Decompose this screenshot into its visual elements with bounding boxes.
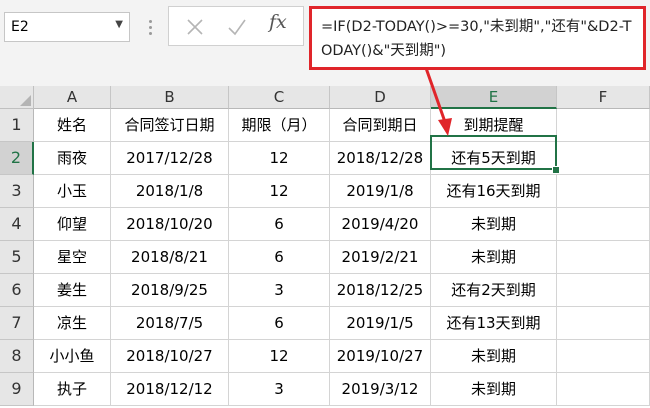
name-box[interactable]: E2 ▼ (4, 12, 130, 42)
column-header-d[interactable]: D (330, 86, 431, 109)
cell-f9[interactable] (557, 373, 650, 406)
cell-b9[interactable]: 2018/12/12 (111, 373, 229, 406)
cell-a7[interactable]: 凉生 (34, 307, 111, 340)
cell-c3[interactable]: 12 (229, 175, 330, 208)
cell-d7[interactable]: 2019/1/5 (330, 307, 431, 340)
cell-c6[interactable]: 3 (229, 274, 330, 307)
cell-e5[interactable]: 未到期 (431, 241, 557, 274)
cell-b4[interactable]: 2018/10/20 (111, 208, 229, 241)
column-header-b[interactable]: B (111, 86, 229, 109)
formula-bar-area: E2 ▼ fx =IF(D2-TODAY()>=30,"未到期","还有"&D2… (0, 0, 650, 86)
resize-handle[interactable] (147, 12, 153, 42)
formula-buttons: fx (168, 6, 304, 46)
cell-b2[interactable]: 2017/12/28 (111, 142, 229, 175)
cell-a8[interactable]: 小小鱼 (34, 340, 111, 373)
cell-d9[interactable]: 2019/3/12 (330, 373, 431, 406)
cell-c5[interactable]: 6 (229, 241, 330, 274)
cell-f8[interactable] (557, 340, 650, 373)
row-header-4[interactable]: 4 (0, 208, 34, 241)
cell-a3[interactable]: 小玉 (34, 175, 111, 208)
formula-input[interactable]: =IF(D2-TODAY()>=30,"未到期","还有"&D2-TODAY()… (309, 6, 646, 70)
cell-a6[interactable]: 姜生 (34, 274, 111, 307)
select-all-button[interactable] (0, 86, 34, 109)
cell-c2[interactable]: 12 (229, 142, 330, 175)
cell-f2[interactable] (557, 142, 650, 175)
column-header-f[interactable]: F (557, 86, 650, 109)
row-header-3[interactable]: 3 (0, 175, 34, 208)
cell-e1[interactable]: 到期提醒 (431, 109, 557, 142)
cell-a4[interactable]: 仰望 (34, 208, 111, 241)
cell-b5[interactable]: 2018/8/21 (111, 241, 229, 274)
column-header-a[interactable]: A (34, 86, 111, 109)
cell-e3[interactable]: 还有16天到期 (431, 175, 557, 208)
cell-c4[interactable]: 6 (229, 208, 330, 241)
cell-e8[interactable]: 未到期 (431, 340, 557, 373)
cell-b7[interactable]: 2018/7/5 (111, 307, 229, 340)
cell-b3[interactable]: 2018/1/8 (111, 175, 229, 208)
row-header-7[interactable]: 7 (0, 307, 34, 340)
check-icon[interactable] (225, 15, 249, 39)
cell-b6[interactable]: 2018/9/25 (111, 274, 229, 307)
cell-f4[interactable] (557, 208, 650, 241)
cell-c8[interactable]: 12 (229, 340, 330, 373)
cell-e4[interactable]: 未到期 (431, 208, 557, 241)
cell-f7[interactable] (557, 307, 650, 340)
row-header-8[interactable]: 8 (0, 340, 34, 373)
cell-d6[interactable]: 2018/12/25 (330, 274, 431, 307)
cell-a9[interactable]: 执子 (34, 373, 111, 406)
row-header-9[interactable]: 9 (0, 373, 34, 406)
cell-a5[interactable]: 星空 (34, 241, 111, 274)
cell-d4[interactable]: 2019/4/20 (330, 208, 431, 241)
row-header-5[interactable]: 5 (0, 241, 34, 274)
formula-text: =IF(D2-TODAY()>=30,"未到期","还有"&D2-TODAY()… (321, 19, 632, 59)
cell-d2[interactable]: 2018/12/28 (330, 142, 431, 175)
cell-d5[interactable]: 2019/2/21 (330, 241, 431, 274)
cell-c1[interactable]: 期限（月） (229, 109, 330, 142)
cell-a2[interactable]: 雨夜 (34, 142, 111, 175)
cell-a1[interactable]: 姓名 (34, 109, 111, 142)
name-box-value: E2 (11, 19, 29, 35)
cell-c9[interactable]: 3 (229, 373, 330, 406)
cell-b1[interactable]: 合同签订日期 (111, 109, 229, 142)
cell-d8[interactable]: 2019/10/27 (330, 340, 431, 373)
column-header-e[interactable]: E (431, 86, 557, 109)
column-header-c[interactable]: C (229, 86, 330, 109)
cell-d3[interactable]: 2019/1/8 (330, 175, 431, 208)
row-header-2[interactable]: 2 (0, 142, 34, 175)
cell-e7[interactable]: 还有13天到期 (431, 307, 557, 340)
row-header-6[interactable]: 6 (0, 274, 34, 307)
insert-function-button[interactable]: fx (269, 11, 287, 33)
cell-f6[interactable] (557, 274, 650, 307)
cell-e6[interactable]: 还有2天到期 (431, 274, 557, 307)
cell-d1[interactable]: 合同到期日 (330, 109, 431, 142)
close-icon[interactable] (183, 15, 207, 39)
cell-f3[interactable] (557, 175, 650, 208)
cell-b8[interactable]: 2018/10/27 (111, 340, 229, 373)
chevron-down-icon[interactable]: ▼ (115, 19, 123, 30)
row-header-1[interactable]: 1 (0, 109, 34, 142)
cell-c7[interactable]: 6 (229, 307, 330, 340)
cell-f1[interactable] (557, 109, 650, 142)
cell-e9[interactable]: 未到期 (431, 373, 557, 406)
cell-f5[interactable] (557, 241, 650, 274)
cell-e2[interactable]: 还有5天到期 (431, 142, 557, 175)
